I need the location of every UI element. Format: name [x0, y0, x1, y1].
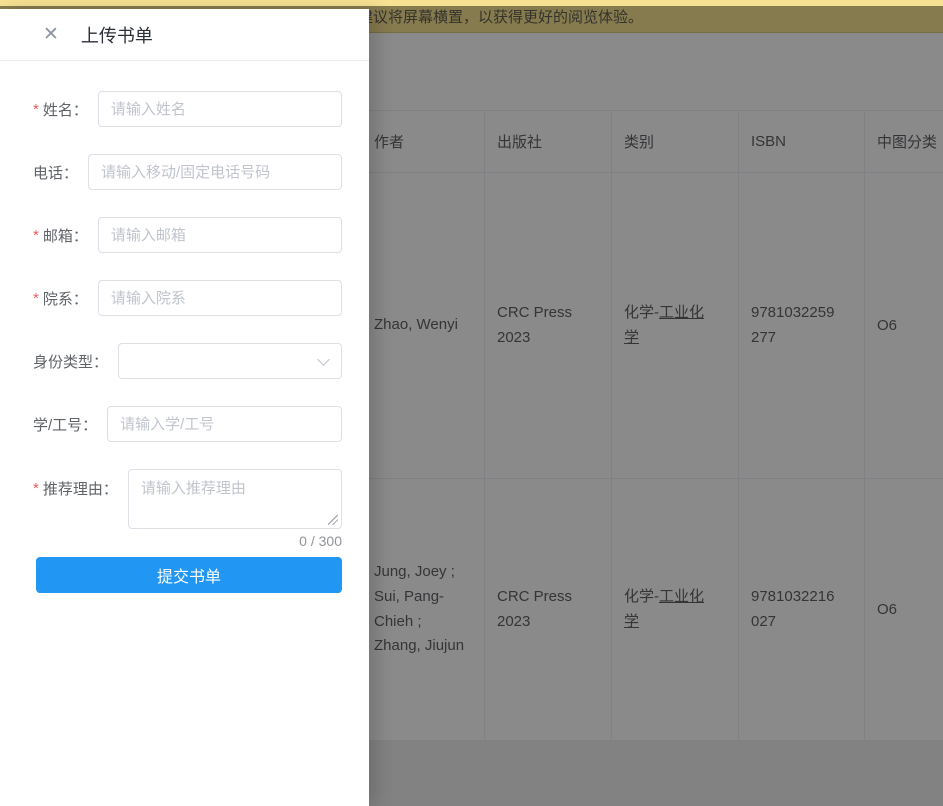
- required-asterisk: *: [33, 290, 39, 307]
- required-asterisk: *: [33, 480, 39, 497]
- department-field-row: * 院系：: [33, 280, 342, 316]
- name-label: * 姓名：: [33, 99, 88, 120]
- reason-textarea-wrap: [128, 469, 342, 529]
- email-input[interactable]: [98, 217, 342, 253]
- submit-booklist-button[interactable]: 提交书单: [36, 557, 342, 593]
- name-input[interactable]: [98, 91, 342, 127]
- phone-input[interactable]: [88, 154, 342, 190]
- student-id-label: 学/工号：: [33, 414, 97, 435]
- reason-label: * 推荐理由：: [33, 478, 118, 499]
- department-input[interactable]: [98, 280, 342, 316]
- reason-textarea[interactable]: [128, 469, 342, 529]
- upload-booklist-form: * 姓名： 电话： * 邮箱： *: [0, 61, 369, 593]
- identity-type-select[interactable]: [118, 343, 342, 379]
- identity-type-label: 身份类型：: [33, 351, 108, 372]
- phone-field-row: 电话：: [33, 154, 342, 190]
- resize-handle-icon[interactable]: [328, 515, 338, 525]
- email-field-row: * 邮箱：: [33, 217, 342, 253]
- drawer-header: ✕ 上传书单: [0, 9, 369, 61]
- student-id-field-row: 学/工号：: [33, 406, 342, 442]
- student-id-input[interactable]: [107, 406, 342, 442]
- name-field-row: * 姓名：: [33, 91, 342, 127]
- app-canvas: 建议将屏幕横置，以获得更好的阅览体验。 作者 出版社 类别 ISBN 中图分类 …: [0, 0, 943, 806]
- identity-type-value[interactable]: [118, 343, 342, 379]
- required-asterisk: *: [33, 101, 39, 118]
- upload-booklist-drawer: ✕ 上传书单 * 姓名： 电话： * 邮箱：: [0, 9, 369, 806]
- department-label: * 院系：: [33, 288, 88, 309]
- reason-field-row: * 推荐理由：: [33, 469, 342, 529]
- close-icon[interactable]: ✕: [43, 25, 59, 44]
- drawer-title: 上传书单: [81, 22, 153, 48]
- identity-type-field-row: 身份类型：: [33, 343, 342, 379]
- email-label: * 邮箱：: [33, 225, 88, 246]
- char-counter: 0 / 300: [33, 533, 342, 549]
- required-asterisk: *: [33, 227, 39, 244]
- phone-label: 电话：: [33, 162, 78, 183]
